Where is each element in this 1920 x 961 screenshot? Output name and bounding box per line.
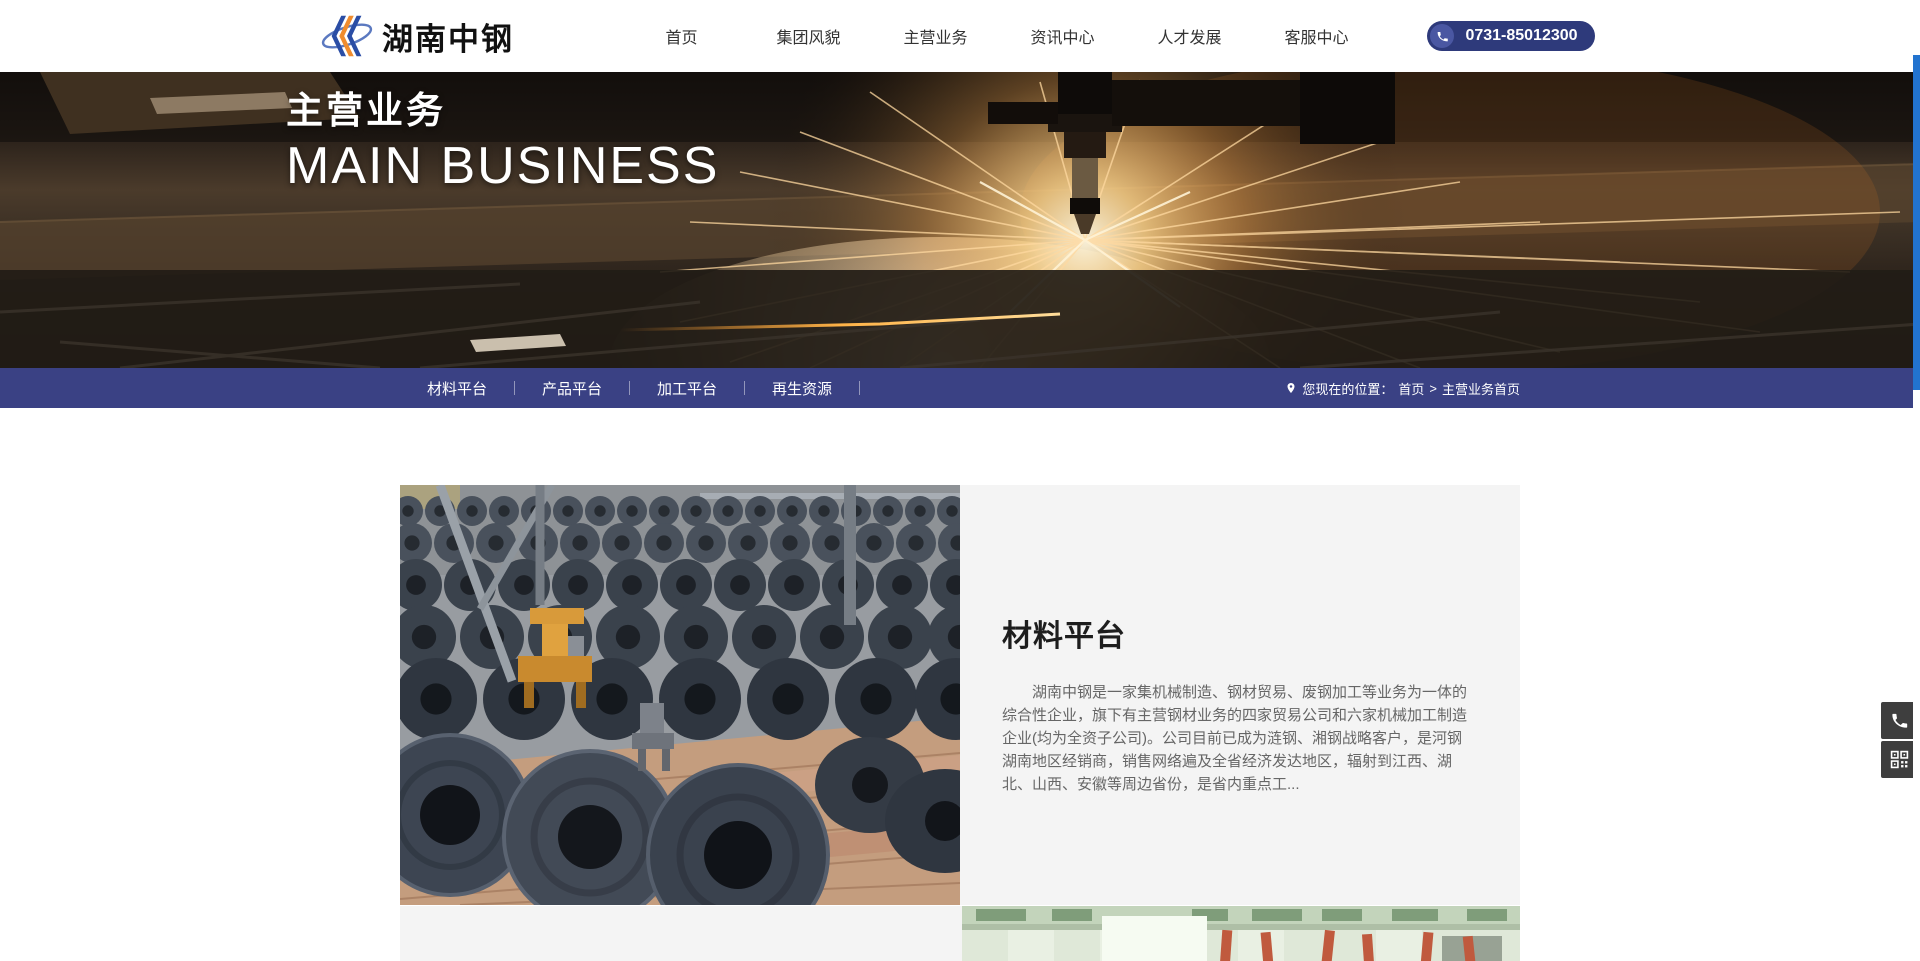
hero-title-cn: 主营业务 — [286, 80, 719, 134]
nav-item-service[interactable]: 客服中心 — [1253, 0, 1380, 72]
section-body: 湖南中钢是一家集机械制造、钢材贸易、废钢加工等业务为一体的综合性企业，旗下有主营… — [1002, 681, 1470, 796]
nav-item-business[interactable]: 主营业务 — [872, 0, 999, 72]
breadcrumb-current: 主营业务首页 — [1442, 379, 1520, 398]
logo-text: 湖南中钢 — [382, 14, 514, 59]
nav-item-talent[interactable]: 人才发展 — [1126, 0, 1253, 72]
logo-mark-icon — [320, 11, 374, 61]
hotline-badge[interactable]: 0731-85012300 — [1427, 21, 1595, 51]
breadcrumb: 您现在的位置： 首页 > 主营业务首页 — [1285, 379, 1520, 398]
nav-item-group[interactable]: 集团风貌 — [745, 0, 872, 72]
location-pin-icon — [1285, 380, 1297, 396]
company-logo[interactable]: 湖南中钢 — [320, 11, 514, 61]
section-text-placeholder — [400, 906, 962, 961]
phone-icon — [1890, 711, 1909, 730]
nav-item-home[interactable]: 首页 — [618, 0, 745, 72]
breadcrumb-prefix: 您现在的位置： — [1302, 379, 1393, 398]
section-title: 材料平台 — [1002, 611, 1470, 655]
workshop-photo — [962, 906, 1520, 961]
breadcrumb-home-link[interactable]: 首页 — [1398, 379, 1424, 398]
main-nav: 首页 集团风貌 主营业务 资讯中心 人才发展 客服中心 — [618, 0, 1380, 72]
section-text: 材料平台 湖南中钢是一家集机械制造、钢材贸易、废钢加工等业务为一体的综合性企业，… — [960, 485, 1520, 905]
hero-title-en: MAIN BUSINESS — [286, 136, 719, 196]
header: 湖南中钢 首页 集团风貌 主营业务 资讯中心 人才发展 客服中心 0731-85… — [0, 0, 1920, 72]
subnav-bar: 材料平台 产品平台 加工平台 再生资源 您现在的位置： 首页 > 主营业务首页 — [0, 368, 1920, 408]
steel-coils-photo — [400, 485, 960, 905]
subnav-item-recycle[interactable]: 再生资源 — [745, 378, 859, 399]
hero-banner: 主营业务 MAIN BUSINESS — [0, 72, 1920, 368]
phone-icon — [1430, 24, 1454, 48]
main-content: 材料平台 湖南中钢是一家集机械制造、钢材贸易、废钢加工等业务为一体的综合性企业，… — [0, 485, 1920, 961]
scrollbar-thumb[interactable] — [1913, 55, 1920, 390]
subnav-item-processing[interactable]: 加工平台 — [630, 378, 744, 399]
page: 湖南中钢 首页 集团风貌 主营业务 资讯中心 人才发展 客服中心 0731-85… — [0, 0, 1920, 961]
section-product-platform — [400, 906, 1520, 961]
subnav-item-material[interactable]: 材料平台 — [400, 378, 514, 399]
subnav-divider — [859, 381, 860, 395]
hotline-number: 0731-85012300 — [1454, 27, 1595, 45]
subnav-item-product[interactable]: 产品平台 — [515, 378, 629, 399]
nav-item-news[interactable]: 资讯中心 — [999, 0, 1126, 72]
hero-titles: 主营业务 MAIN BUSINESS — [286, 80, 719, 196]
section-material-platform: 材料平台 湖南中钢是一家集机械制造、钢材贸易、废钢加工等业务为一体的综合性企业，… — [400, 485, 1520, 905]
breadcrumb-separator: > — [1429, 381, 1437, 396]
qr-code-icon — [1890, 750, 1909, 769]
